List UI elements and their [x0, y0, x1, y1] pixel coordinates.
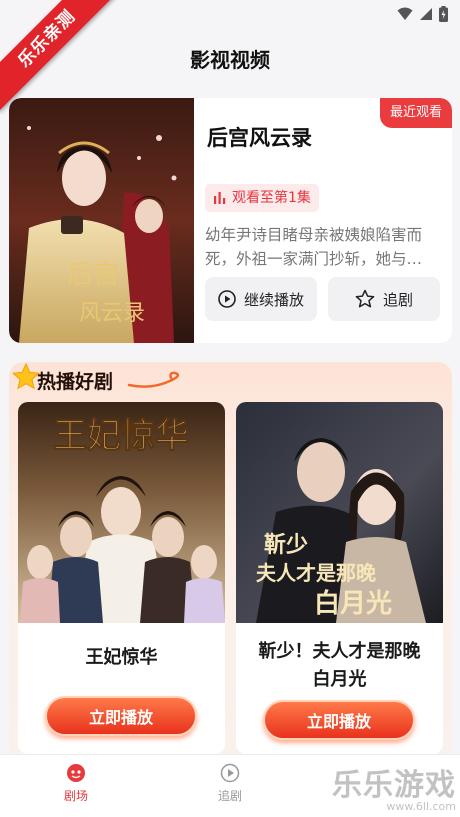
recent-poster-art: 后宫 风云录	[9, 98, 194, 343]
drama-poster-line-2: 夫人才是那晚	[256, 561, 376, 585]
watch-progress-chip: 观看至第1集	[205, 184, 319, 212]
app-screen: 乐乐亲测 影视视频 后宫 风云录 最近观看 后宫风云录 观看至第1集 幼年尹诗目…	[0, 0, 460, 817]
play-now-button[interactable]: 立即播放	[263, 700, 415, 740]
play-circle-icon	[220, 763, 240, 783]
drama-title[interactable]: 靳少！夫人才是那晚 白月光	[246, 638, 433, 694]
drama-poster-line-1: 靳少	[264, 532, 308, 558]
drama-poster[interactable]: 王妃惊华	[18, 402, 225, 623]
star-icon	[355, 289, 375, 308]
status-icons	[397, 6, 448, 22]
watermark: 乐乐游戏 www.6ll.com	[332, 760, 456, 813]
recent-title[interactable]: 后宫风云录	[207, 122, 312, 152]
follow-button[interactable]: 追剧	[328, 277, 440, 321]
theater-icon	[67, 764, 85, 782]
continue-play-button[interactable]: 继续播放	[205, 277, 317, 321]
drama-card[interactable]: 王妃惊华 王妃惊华 立即播放	[18, 402, 225, 754]
hot-section-title: 热播好剧	[37, 371, 114, 393]
recent-desc-line-2: 死，外祖一家满门抄斩，她与…	[205, 250, 423, 268]
ribbon-text: 乐乐亲测	[0, 0, 120, 112]
drama-title[interactable]: 王妃惊华	[28, 644, 215, 672]
drama-poster-title: 王妃惊华	[53, 416, 189, 456]
recent-poster-text-1: 后宫	[67, 260, 119, 290]
nav-label-theater: 剧场	[63, 789, 88, 803]
hot-dramas-section: 热播好剧 王妃惊华 王妃惊华 立即播放 靳少 夫人才是那晚 白月光 靳少！夫人才…	[9, 362, 452, 762]
bars-icon	[214, 192, 226, 204]
watermark-text: 乐乐游戏	[332, 768, 456, 803]
drama-poster[interactable]: 靳少 夫人才是那晚 白月光	[236, 402, 443, 623]
recent-poster-text-2: 风云录	[79, 301, 145, 326]
drama-card[interactable]: 靳少 夫人才是那晚 白月光 靳少！夫人才是那晚 白月光 立即播放	[236, 402, 443, 754]
continue-play-label: 继续播放	[243, 290, 304, 309]
drama-title-line-1: 靳少！夫人才是那晚	[258, 641, 421, 662]
battery-icon	[439, 6, 448, 22]
nav-label-follow: 追剧	[217, 789, 242, 803]
play-now-button[interactable]: 立即播放	[45, 696, 197, 736]
recent-desc-line-1: 幼年尹诗目睹母亲被姨娘陷害而	[205, 226, 423, 244]
follow-label: 追剧	[382, 290, 413, 309]
recent-description: 幼年尹诗目睹母亲被姨娘陷害而 死，外祖一家满门抄斩，她与…	[205, 223, 441, 271]
drama-poster-art: 靳少 夫人才是那晚 白月光	[236, 402, 443, 623]
recent-watch-card[interactable]: 后宫 风云录 最近观看 后宫风云录 观看至第1集 幼年尹诗目睹母亲被姨娘陷害而 …	[9, 98, 452, 343]
nav-item-theater[interactable]: 剧场	[36, 763, 116, 804]
watch-progress-text: 观看至第1集	[232, 190, 311, 206]
signal-icon	[420, 8, 432, 20]
drama-title-line-2: 白月光	[312, 669, 367, 690]
wifi-icon	[397, 7, 413, 20]
corner-ribbon: 乐乐亲测	[0, 0, 120, 120]
nav-item-follow[interactable]: 追剧	[190, 763, 270, 804]
drama-poster-line-3: 白月光	[314, 588, 392, 619]
recent-poster[interactable]: 后宫 风云录	[9, 98, 194, 343]
drama-poster-art: 王妃惊华	[18, 402, 225, 623]
play-circle-icon	[218, 290, 236, 308]
hot-section-header: 热播好剧	[9, 362, 209, 402]
recent-badge: 最近观看	[380, 98, 452, 128]
swoosh-icon	[127, 371, 180, 388]
